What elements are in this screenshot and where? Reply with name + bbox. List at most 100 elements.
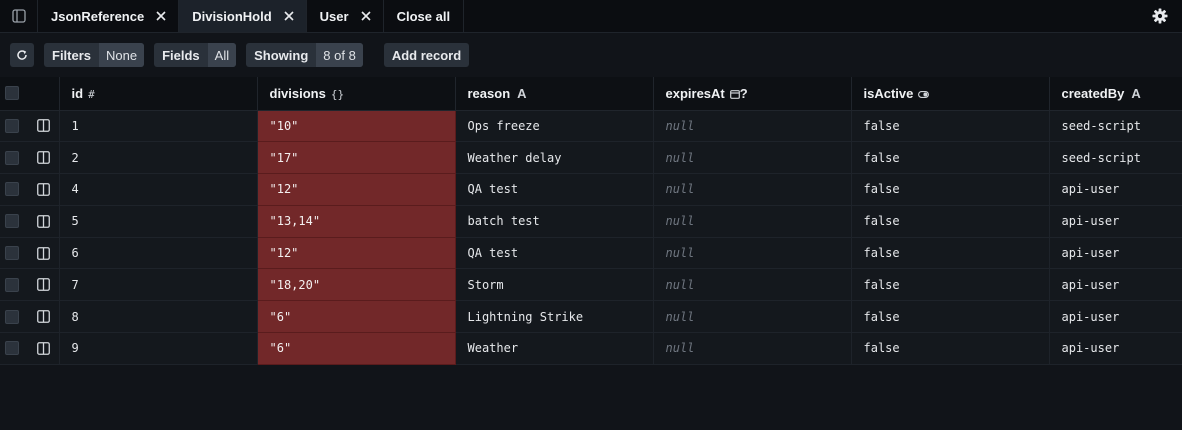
row-open-cell[interactable]	[28, 332, 60, 365]
cell-expires-at[interactable]: null	[653, 332, 852, 365]
row-select-cell[interactable]	[0, 110, 28, 143]
cell-id[interactable]: 8	[59, 300, 258, 334]
cell-is-active[interactable]: false	[851, 300, 1050, 334]
expand-row-icon[interactable]	[36, 119, 50, 133]
cell-divisions[interactable]: "12"	[257, 173, 456, 206]
row-select-cell[interactable]	[0, 205, 28, 238]
cell-is-active[interactable]: false	[851, 141, 1050, 175]
table-row[interactable]: 2 "17" Weather delay null false seed-scr…	[0, 141, 1182, 175]
expand-row-icon[interactable]	[36, 342, 50, 355]
cell-created-by[interactable]: api-user	[1049, 237, 1182, 270]
cell-created-by[interactable]: api-user	[1049, 300, 1182, 334]
table-row[interactable]: 6 "12" QA test null false api-user	[0, 237, 1182, 270]
row-checkbox[interactable]	[5, 277, 19, 292]
cell-created-by[interactable]: api-user	[1049, 205, 1182, 238]
cell-reason[interactable]: Storm	[455, 268, 654, 302]
cell-divisions[interactable]: "13,14"	[257, 205, 456, 238]
row-open-cell[interactable]	[28, 300, 60, 334]
cell-divisions[interactable]: "18,20"	[257, 268, 456, 302]
sidebar-toggle-button[interactable]	[0, 0, 38, 32]
cell-id[interactable]: 9	[59, 332, 258, 365]
select-all-checkbox[interactable]	[5, 86, 19, 101]
row-select-cell[interactable]	[0, 173, 28, 206]
cell-expires-at[interactable]: null	[653, 268, 852, 302]
row-checkbox[interactable]	[5, 118, 19, 133]
cell-created-by[interactable]: seed-script	[1049, 141, 1182, 175]
cell-expires-at[interactable]: null	[653, 237, 852, 270]
row-open-cell[interactable]	[28, 110, 60, 143]
row-open-cell[interactable]	[28, 268, 60, 302]
row-open-cell[interactable]	[28, 205, 60, 238]
cell-is-active[interactable]: false	[851, 205, 1050, 238]
row-select-cell[interactable]	[0, 332, 28, 365]
row-open-cell[interactable]	[28, 141, 60, 175]
row-open-cell[interactable]	[28, 173, 60, 206]
cell-created-by[interactable]: api-user	[1049, 332, 1182, 365]
cell-is-active[interactable]: false	[851, 173, 1050, 206]
cell-id[interactable]: 1	[59, 110, 258, 143]
refresh-button[interactable]	[10, 43, 34, 67]
row-select-cell[interactable]	[0, 141, 28, 175]
cell-id[interactable]: 5	[59, 205, 258, 238]
cell-created-by[interactable]: seed-script	[1049, 110, 1182, 143]
cell-divisions[interactable]: "6"	[257, 300, 456, 334]
expand-row-icon[interactable]	[36, 278, 50, 292]
table-row[interactable]: 8 "6" Lightning Strike null false api-us…	[0, 300, 1182, 334]
close-icon[interactable]	[284, 11, 294, 21]
cell-reason[interactable]: QA test	[455, 237, 654, 270]
cell-is-active[interactable]: false	[851, 332, 1050, 365]
table-row[interactable]: 1 "10" Ops freeze null false seed-script	[0, 110, 1182, 143]
cell-reason[interactable]: Weather	[455, 332, 654, 365]
cell-reason[interactable]: Ops freeze	[455, 110, 654, 143]
showing-button[interactable]: Showing 8 of 8	[246, 43, 363, 67]
cell-created-by[interactable]: api-user	[1049, 268, 1182, 302]
cell-expires-at[interactable]: null	[653, 110, 852, 143]
row-checkbox[interactable]	[5, 150, 19, 165]
close-icon[interactable]	[361, 11, 371, 21]
fields-button[interactable]: Fields All	[154, 43, 237, 67]
cell-id[interactable]: 2	[59, 141, 258, 175]
cell-divisions[interactable]: "12"	[257, 237, 456, 270]
tab-json-reference[interactable]: JsonReference	[38, 0, 180, 32]
cell-id[interactable]: 7	[59, 268, 258, 302]
cell-is-active[interactable]: false	[851, 268, 1050, 302]
column-header-expires-at[interactable]: expiresAt?	[653, 77, 852, 111]
table-row[interactable]: 7 "18,20" Storm null false api-user	[0, 268, 1182, 302]
table-row[interactable]: 5 "13,14" batch test null false api-user	[0, 205, 1182, 238]
cell-expires-at[interactable]: null	[653, 141, 852, 175]
filters-button[interactable]: Filters None	[44, 43, 145, 67]
row-checkbox[interactable]	[5, 182, 19, 197]
add-record-button[interactable]: Add record	[383, 43, 470, 67]
cell-reason[interactable]: Weather delay	[455, 141, 654, 175]
close-icon[interactable]	[156, 11, 166, 21]
row-checkbox[interactable]	[5, 309, 19, 324]
row-checkbox[interactable]	[5, 341, 19, 356]
table-row[interactable]: 9 "6" Weather null false api-user	[0, 332, 1182, 365]
column-header-id[interactable]: id #	[59, 77, 258, 111]
close-all-button[interactable]: Close all	[384, 0, 465, 32]
row-open-cell[interactable]	[28, 237, 60, 270]
cell-divisions[interactable]: "17"	[257, 141, 456, 175]
cell-expires-at[interactable]: null	[653, 205, 852, 238]
select-all-cell[interactable]	[0, 77, 28, 111]
expand-row-icon[interactable]	[36, 310, 50, 324]
cell-is-active[interactable]: false	[851, 110, 1050, 143]
cell-id[interactable]: 6	[59, 237, 258, 270]
row-checkbox[interactable]	[5, 246, 19, 261]
tab-user[interactable]: User	[307, 0, 384, 32]
cell-reason[interactable]: QA test	[455, 173, 654, 206]
cell-is-active[interactable]: false	[851, 237, 1050, 270]
expand-row-icon[interactable]	[36, 151, 50, 165]
cell-id[interactable]: 4	[59, 173, 258, 206]
row-checkbox[interactable]	[5, 214, 19, 229]
column-header-is-active[interactable]: isActive	[851, 77, 1050, 111]
tab-division-hold[interactable]: DivisionHold	[179, 0, 307, 32]
column-header-divisions[interactable]: divisions{}	[257, 77, 456, 111]
expand-row-icon[interactable]	[36, 246, 50, 260]
cell-expires-at[interactable]: null	[653, 300, 852, 334]
cell-created-by[interactable]: api-user	[1049, 173, 1182, 206]
column-header-created-by[interactable]: createdBy A	[1049, 77, 1182, 111]
expand-row-icon[interactable]	[36, 183, 50, 196]
cell-divisions[interactable]: "10"	[257, 110, 456, 143]
cell-reason[interactable]: Lightning Strike	[455, 300, 654, 334]
